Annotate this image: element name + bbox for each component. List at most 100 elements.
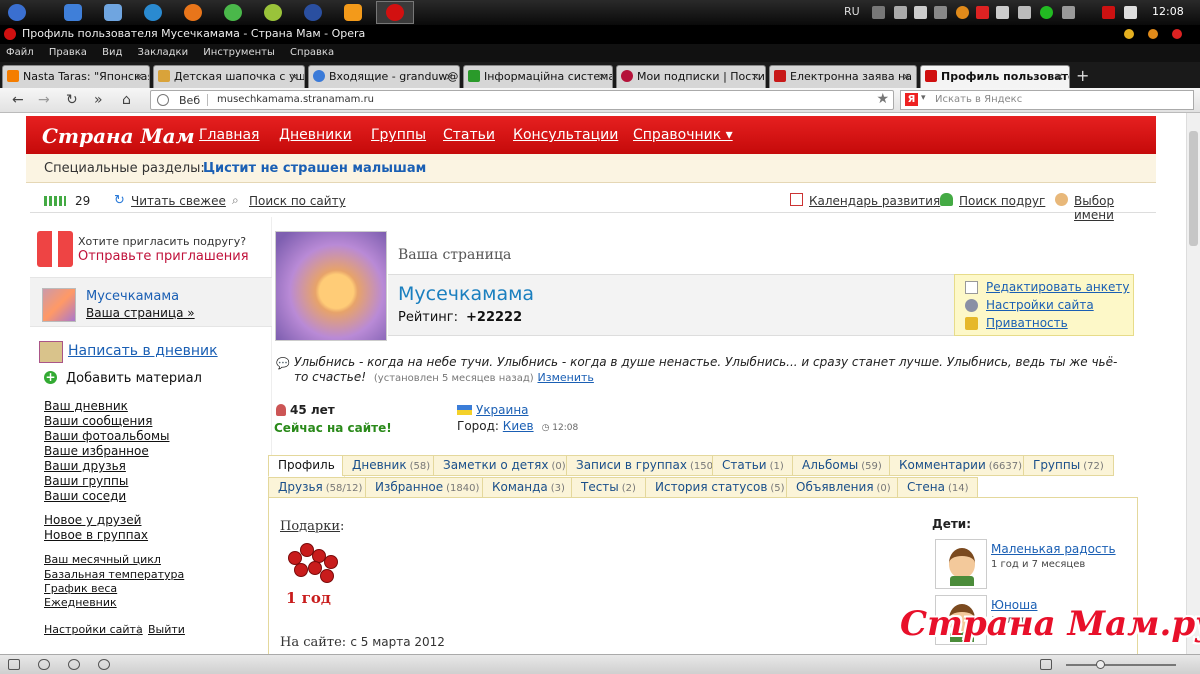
sidebar-link[interactable]: Ваши группы <box>44 474 128 488</box>
close-tab-icon[interactable]: × <box>290 66 299 87</box>
gifts-link[interactable]: Подарки <box>280 519 340 534</box>
tab-group-posts[interactable]: Записи в группах (150) <box>566 455 727 476</box>
sidebar-link[interactable]: Ваш месячный цикл <box>44 553 161 566</box>
find-friend-link[interactable]: Поиск подруг <box>959 194 1045 208</box>
menu-edit[interactable]: Правка <box>49 47 87 58</box>
sidebar-link[interactable]: Ваши сообщения <box>44 414 152 428</box>
sidebar-link[interactable]: Базальная температура <box>44 568 184 581</box>
tab-team[interactable]: Команда (3) <box>482 477 575 498</box>
calendar-link[interactable]: Календарь развития <box>809 194 940 208</box>
zoom-slider-knob[interactable] <box>1096 660 1105 669</box>
menu-file[interactable]: Файл <box>6 47 34 58</box>
close-tab-icon[interactable]: × <box>598 66 607 87</box>
sidebar-link[interactable]: Ваши друзья <box>44 459 126 473</box>
close-tab-icon[interactable]: × <box>751 66 760 87</box>
tray-icon[interactable] <box>872 6 885 19</box>
avatar[interactable] <box>42 288 76 322</box>
tab-child-notes[interactable]: Заметки о детях (0) <box>433 455 576 476</box>
tab-status-history[interactable]: История статусов (5) <box>645 477 795 498</box>
menu-view[interactable]: Вид <box>102 47 122 58</box>
wifi-icon[interactable] <box>894 6 907 19</box>
firefox-icon[interactable] <box>184 4 202 21</box>
write-diary-link[interactable]: Написать в дневник <box>68 343 218 359</box>
menu-tools[interactable]: Инструменты <box>203 47 275 58</box>
close-button[interactable] <box>1172 29 1182 39</box>
panel-toggle-icon[interactable] <box>8 659 20 670</box>
site-settings-link[interactable]: Настройки сайта <box>44 623 143 636</box>
tab-tests[interactable]: Тесты (2) <box>571 477 646 498</box>
sidebar-link[interactable]: Ваши соседи <box>44 489 126 503</box>
menu-bookmarks[interactable]: Закладки <box>138 47 189 58</box>
forward-icon[interactable]: → <box>38 92 50 108</box>
new-tab-icon[interactable]: + <box>1076 66 1089 85</box>
browser-tab[interactable]: Мои подписки | Пости... × <box>616 65 766 88</box>
tray-icon[interactable] <box>976 6 989 19</box>
ie-icon[interactable] <box>144 4 162 21</box>
sidebar-link[interactable]: Ежедневник <box>44 596 117 609</box>
tray-icon[interactable] <box>1062 6 1075 19</box>
bookmark-star-icon[interactable]: ★ <box>876 91 889 107</box>
site-settings-link[interactable]: Настройки сайта <box>986 298 1094 312</box>
browser-tab-active[interactable]: Профиль пользовател...× <box>920 65 1070 88</box>
app-icon[interactable] <box>304 4 322 21</box>
speed-icon[interactable] <box>98 659 110 670</box>
tab-albums[interactable]: Альбомы (59) <box>792 455 892 476</box>
close-tab-icon[interactable]: × <box>902 66 911 87</box>
site-search-link[interactable]: Поиск по сайту <box>249 194 346 208</box>
browser-tab[interactable]: Електронна заява на у...× <box>769 65 917 88</box>
menu-help[interactable]: Справка <box>290 47 334 58</box>
minimize-button[interactable] <box>1124 29 1134 39</box>
tray-icon[interactable] <box>996 6 1009 19</box>
profile-avatar[interactable] <box>275 231 387 341</box>
nav-articles[interactable]: Статьи <box>443 127 495 143</box>
tab-ads[interactable]: Объявления (0) <box>786 477 901 498</box>
tray-icon[interactable] <box>956 6 969 19</box>
close-tab-icon[interactable]: × <box>135 66 144 87</box>
close-tab-icon[interactable]: × <box>445 66 454 87</box>
app-icon[interactable] <box>224 4 242 21</box>
country-link[interactable]: Украина <box>476 403 529 417</box>
back-icon[interactable]: ← <box>12 92 24 108</box>
name-choice-link[interactable]: Выбор имени <box>1074 194 1156 222</box>
tab-articles[interactable]: Статьи (1) <box>712 455 794 476</box>
opera-logo-icon[interactable] <box>4 28 16 40</box>
window-icon[interactable] <box>1040 659 1052 670</box>
sidebar-link[interactable]: График веса <box>44 582 117 595</box>
nav-diaries[interactable]: Дневники <box>279 127 352 143</box>
reload-icon[interactable]: ↻ <box>66 92 78 108</box>
home-icon[interactable]: ⌂ <box>122 92 131 108</box>
nav-main[interactable]: Главная <box>199 127 259 143</box>
change-status-link[interactable]: Изменить <box>538 371 594 384</box>
url-text[interactable]: musechkamama.stranamam.ru <box>217 94 374 105</box>
desktop-icon[interactable] <box>64 4 82 21</box>
browser-tab[interactable]: Входящие - granduw@... × <box>308 65 460 88</box>
special-link[interactable]: Цистит не страшен малышам <box>203 161 426 176</box>
invite-link[interactable]: Отправьте приглашения <box>78 249 249 264</box>
sidebar-link[interactable]: Новое у друзей <box>44 513 141 527</box>
tab-comments[interactable]: Комментарии (6637) <box>889 455 1033 476</box>
nav-consultations[interactable]: Консультации <box>513 127 618 143</box>
zoom-slider[interactable] <box>1066 660 1176 669</box>
browser-tab[interactable]: Nasta Taras: "Японская"...× <box>2 65 150 88</box>
tray-icon[interactable] <box>914 6 927 19</box>
logout-link[interactable]: Выйти <box>148 623 185 636</box>
sidebar-link[interactable]: Новое в группах <box>44 528 148 542</box>
tray-icon[interactable] <box>1018 6 1031 19</box>
edit-profile-link[interactable]: Редактировать анкету <box>986 280 1130 294</box>
tab-diary[interactable]: Дневник (58) <box>342 455 441 476</box>
city-link[interactable]: Киев <box>503 419 534 433</box>
site-logo[interactable]: Страна Мам <box>42 124 195 148</box>
fast-forward-icon[interactable]: » <box>94 92 103 108</box>
volume-icon[interactable] <box>1124 6 1137 19</box>
url-input[interactable]: Веб musechkamama.stranamam.ru ★ <box>150 90 894 110</box>
app-icon[interactable] <box>264 4 282 21</box>
your-page-link[interactable]: Ваша страница » <box>86 306 195 320</box>
sidebar-link[interactable]: Ваш дневник <box>44 399 128 413</box>
nav-groups[interactable]: Группы <box>371 127 426 143</box>
browser-tab[interactable]: Інформаційна система... × <box>463 65 613 88</box>
sidebar-link[interactable]: Ваши фотоальбомы <box>44 429 169 443</box>
clock[interactable]: 12:08 <box>1152 5 1184 18</box>
tab-profile[interactable]: Профиль <box>268 455 345 477</box>
tab-wall[interactable]: Стена (14) <box>897 477 979 498</box>
odnoklassniki-icon[interactable] <box>344 4 362 21</box>
